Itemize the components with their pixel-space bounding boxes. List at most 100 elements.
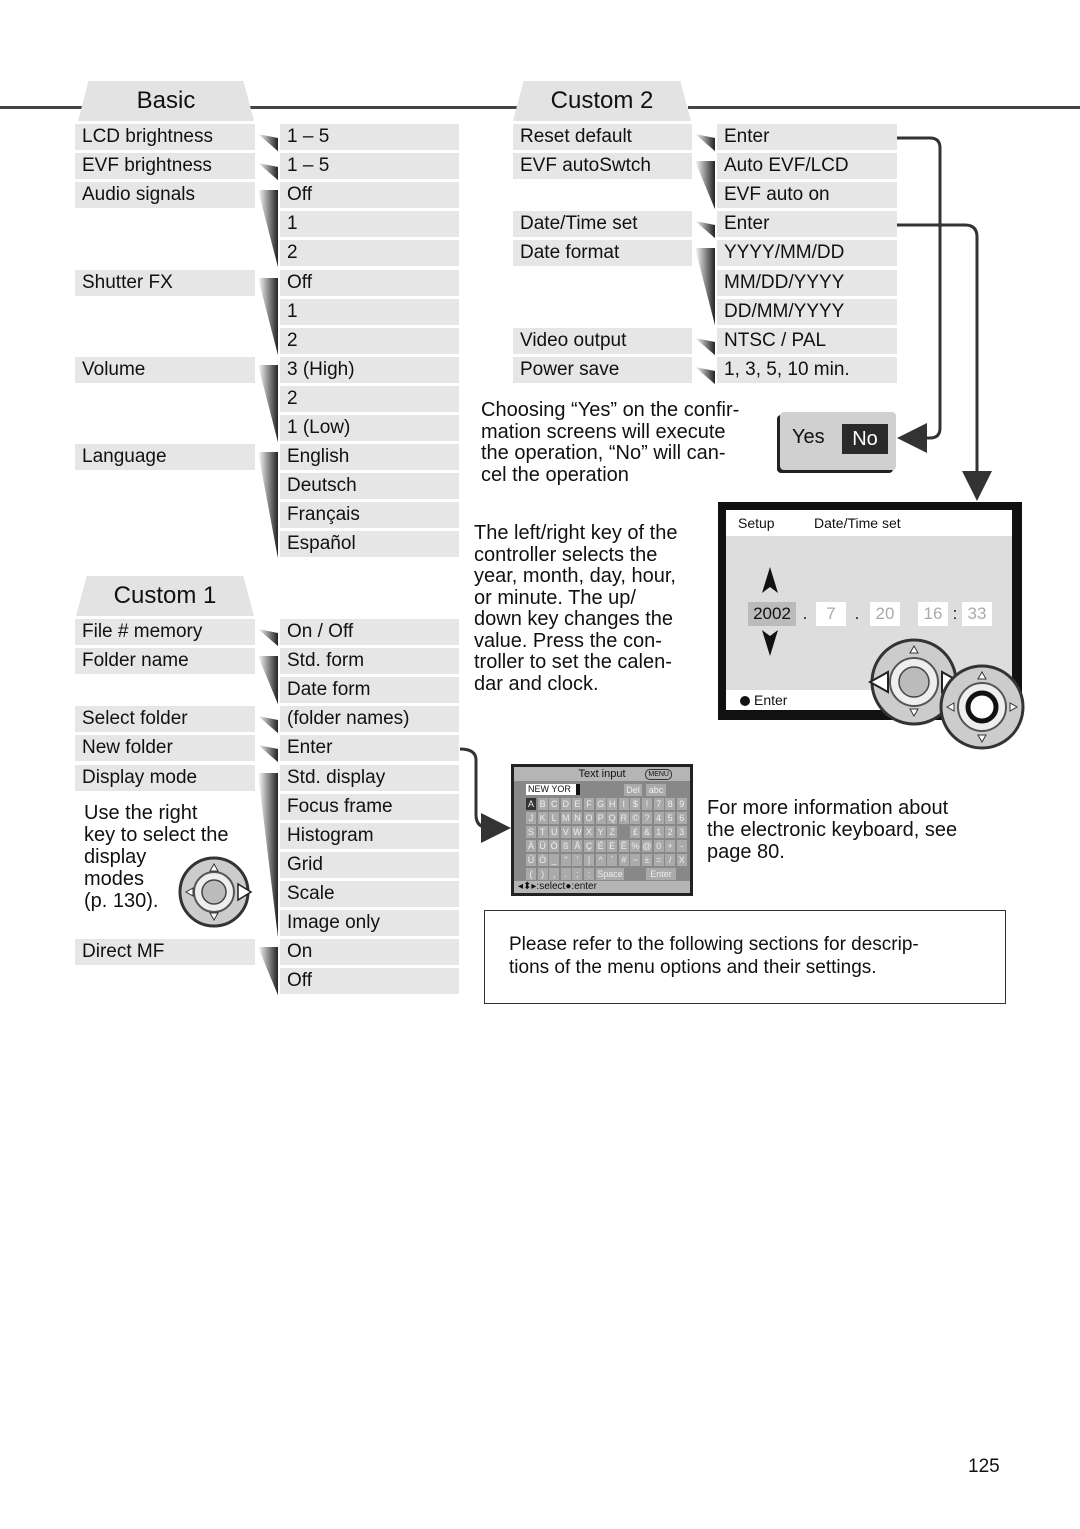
keyboard-key[interactable]: R [618,812,629,824]
keyboard-key[interactable]: 8 [665,798,676,810]
keyboard-key[interactable]: , [549,868,560,880]
separator: . [854,604,860,623]
keyboard-key[interactable]: Ê [618,840,629,852]
keyboard-key[interactable]: . [560,868,571,880]
keyboard-key[interactable]: 0 [653,840,664,852]
down-arrow-icon [762,630,778,656]
year-field[interactable]: 2002 [748,602,796,626]
keyboard-key[interactable]: # [618,854,629,866]
day-field[interactable]: 20 [870,602,900,626]
keyboard-key[interactable]: $ [630,798,641,810]
new-folder-connector [459,747,511,843]
keyboard-key[interactable]: ; [572,868,583,880]
keyboard-key[interactable]: È [607,840,618,852]
keyboard-key[interactable]: Ù [526,854,536,866]
keyboard-key[interactable]: W [572,826,583,838]
keyboard-key[interactable]: Y [595,826,606,838]
delete-key[interactable]: Del [624,784,642,796]
keyboard-key[interactable]: V [560,826,571,838]
keyboard-key[interactable]: L [549,812,560,824]
keyboard-key[interactable]: C [549,798,560,810]
keyboard-key[interactable]: B [537,798,548,810]
text-input-title: Text input MENU [514,767,690,781]
keyboard-key[interactable]: " [560,854,571,866]
keyboard-key[interactable]: £ [630,826,641,838]
keyboard-key[interactable]: + [665,840,676,852]
enter-key[interactable]: Enter [646,868,676,880]
keyboard-key[interactable]: J [526,812,536,824]
keyboard-key[interactable]: Z [607,826,618,838]
keyboard-key[interactable]: Ä [526,840,536,852]
keyboard-key[interactable]: ~ [630,854,641,866]
keyboard-key[interactable]: É [595,840,606,852]
keyboard-key[interactable]: 1 [653,826,664,838]
keyboard-key[interactable]: O [584,812,594,824]
keyboard-key[interactable]: G [595,798,606,810]
keyboard-key[interactable]: 6 [676,812,687,824]
keyboard-key[interactable]: / [665,854,676,866]
minute-field[interactable]: 33 [962,602,992,626]
keyboard-key[interactable]: | [584,854,594,866]
keyboard-description: For more information about the electroni… [707,797,958,863]
hour-field[interactable]: 16 [918,602,948,626]
keyboard-key[interactable]: 3 [676,826,687,838]
text-input-screen: Text input MENU NEW YOR Del abc ABCDEFGH… [511,764,693,896]
keyboard-key[interactable]: F [584,798,594,810]
keyboard-key[interactable]: ß [560,840,571,852]
keyboard-key[interactable]: ) [537,868,548,880]
keyboard-key[interactable]: @ [642,840,652,852]
keyboard-key[interactable]: Ò [537,854,548,866]
enter-label: Enter [754,692,788,708]
keyboard-key[interactable]: Å [572,840,583,852]
text-input-field[interactable]: NEW YOR [526,784,576,795]
abc-key[interactable]: abc [646,784,666,796]
separator: . [802,604,808,623]
keyboard-key[interactable]: ` [607,854,618,866]
keyboard-key[interactable]: M [560,812,571,824]
keyboard-key[interactable]: ? [642,812,652,824]
month-field[interactable]: 7 [816,602,846,626]
keyboard-key[interactable]: % [630,840,641,852]
keyboard-key[interactable]: ^ [595,854,606,866]
menu-back-icon[interactable]: MENU [645,769,672,780]
space-key[interactable]: Space [596,868,624,880]
keyboard-key[interactable]: = [653,854,664,866]
keyboard-key[interactable]: T [537,826,548,838]
datetime-description: The left/right key of the controller sel… [474,522,678,695]
keyboard-key[interactable]: K [537,812,548,824]
keyboard-key[interactable]: E [572,798,583,810]
keyboard-key[interactable]: Ç [584,840,594,852]
screen-tab-name: Date/Time set [814,515,901,531]
keyboard-key[interactable]: © [630,812,641,824]
keyboard-key[interactable]: X [676,854,687,866]
controller-press-icon [939,664,1025,750]
keyboard-key[interactable]: : [584,868,594,880]
keyboard-key[interactable]: I [618,798,629,810]
keyboard-key[interactable]: D [560,798,571,810]
keyboard-key[interactable]: A [526,798,536,810]
keyboard-key[interactable]: 2 [665,826,676,838]
keyboard-key[interactable]: Q [607,812,618,824]
text-input-footer: ◂⬍▸:select●:enter [514,881,690,893]
keyboard-key[interactable]: Ü [537,840,548,852]
keyboard-key[interactable]: U [549,826,560,838]
keyboard-key[interactable]: & [642,826,652,838]
keyboard-key[interactable]: ! [642,798,652,810]
keyboard-key[interactable]: _ [549,854,560,866]
keyboard-key[interactable]: P [595,812,606,824]
keyboard-key[interactable]: ' [572,854,583,866]
keyboard-key[interactable]: S [526,826,536,838]
keyboard-key[interactable]: X [584,826,594,838]
keyboard-key[interactable]: ( [526,868,536,880]
keyboard-key[interactable]: 4 [653,812,664,824]
keyboard-key[interactable]: Ö [549,840,560,852]
keyboard-key[interactable]: 9 [676,798,687,810]
keyboard-key[interactable]: 7 [653,798,664,810]
keyboard-key[interactable]: H [607,798,618,810]
screen-menu-name: Setup [738,515,775,531]
keyboard-key[interactable]: 5 [665,812,676,824]
keyboard-key[interactable]: ± [642,854,652,866]
keyboard-key[interactable]: - [676,840,687,852]
menu-note-text: Please refer to the following sections f… [509,934,919,978]
keyboard-key[interactable]: N [572,812,583,824]
